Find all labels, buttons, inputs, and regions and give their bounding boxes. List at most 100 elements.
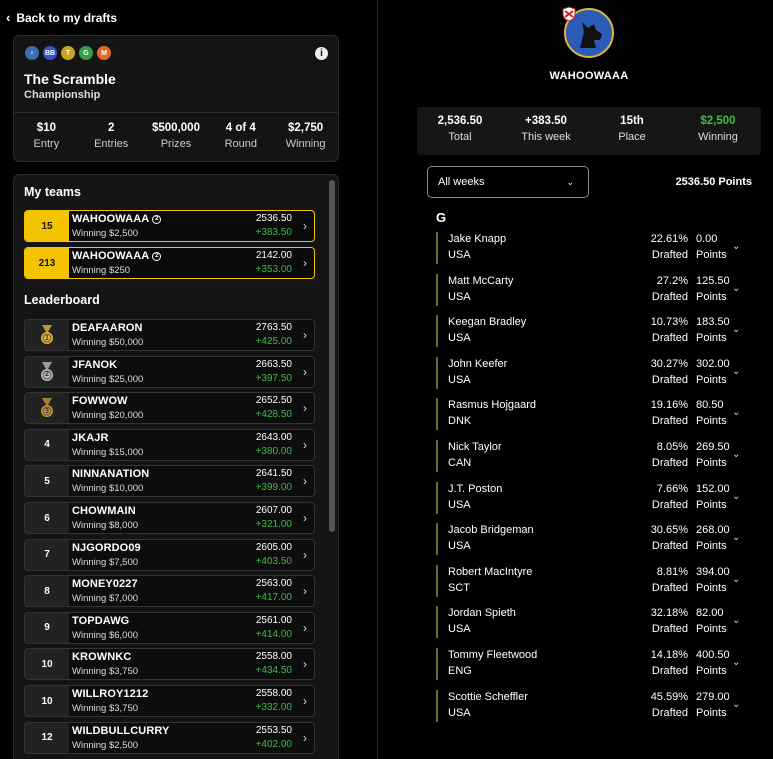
contest-stat: $10 Entry [14,122,79,150]
chevron-down-icon[interactable]: ⌄ [732,532,740,543]
drafted-label: Drafted [651,290,688,303]
chevron-down-icon[interactable]: ⌄ [732,699,740,710]
leaderboard-row[interactable]: 7 NJGORDO09 Winning $7,500 2605.00 +403.50 › [24,538,315,571]
entry-total: 2763.50 [255,322,292,333]
leaderboard-row[interactable]: 6 CHOWMAIN Winning $8,000 2607.00 +321.00 › [24,502,315,534]
points-label: Points [696,540,727,553]
leaderboard-row[interactable]: 10 KROWNKC Winning $3,750 2558.00 +434.50 › [24,648,315,681]
row-points: 2652.50 +428.50 [256,393,296,423]
contest-card: ♀ BB T G M i The Scramble Championship $10 En… [13,35,339,162]
row-info: TOPDAWG Winning $6,000 [69,613,256,643]
player-row[interactable]: Jacob Bridgeman USA 30.65% Drafted 268.00 Poi… [436,523,746,556]
my-team-row[interactable]: 15 WAHOOWAAA 2 Winning $2,500 2536.50 +383.50… [24,210,315,242]
entry-winning: Winning $3,750 [72,703,139,714]
entry-total: 2558.00 [255,688,292,699]
player-row[interactable]: Jordan Spieth USA 32.18% Drafted 82.00 Points… [436,606,746,639]
entry-name: KROWNKC [72,651,132,664]
chevron-down-icon[interactable]: ⌄ [732,283,740,294]
leaderboard-row[interactable]: 4 JKAJR Winning $15,000 2643.00 +380.00 › [24,428,315,461]
teams-list[interactable]: My teams 15 WAHOOWAAA 2 Winning $2,500 2536.… [13,174,339,759]
back-label: Back to my drafts [16,10,118,25]
entry-name: JKAJR [72,431,109,444]
leaderboard-row[interactable]: 9 TOPDAWG Winning $6,000 2561.00 +414.00 › [24,611,315,644]
row-name: FOWWOW [72,395,256,407]
chevron-down-icon[interactable]: ⌄ [732,491,740,502]
player-country: USA [448,498,471,511]
player-row[interactable]: Keegan Bradley USA 10.73% Drafted 183.50 Poin… [436,315,746,348]
player-points: 394.00 [696,565,730,578]
entry-name: NJGORDO09 [72,541,141,554]
leaderboard-row[interactable]: 8 MONEY0227 Winning $7,000 2563.00 +417.00 › [24,575,315,608]
rank-number: 3 [45,407,49,415]
chevron-down-icon[interactable]: ⌄ [732,366,740,377]
row-name: WAHOOWAAA 2 [72,213,256,225]
player-row[interactable]: Rasmus Hojgaard DNK 19.16% Drafted 80.50 Poin… [436,398,746,431]
leaderboard-row[interactable]: 3 FOWWOW Winning $20,000 2652.50 +428.50 › [24,392,315,425]
chevron-right-icon: › [303,401,307,416]
drafted-label: Drafted [651,332,688,345]
player-row[interactable]: Matt McCarty USA 27.2% Drafted 125.50 Points ⌄ [436,273,746,306]
player-row[interactable]: Robert MacIntyre SCT 8.81% Drafted 394.00 Poi… [436,564,746,597]
my-team-row[interactable]: 213 WAHOOWAAA 2 Winning $250 2142.00 +353.00 › [24,247,315,279]
row-points: 2605.00 +403.50 [256,540,296,570]
stat-label: Winning [285,138,326,150]
rank-number: 5 [44,475,50,487]
leaderboard-row[interactable]: 5 NINNANATION Winning $10,000 2641.50 +399.0… [24,465,315,498]
rank-cell: 6 [25,503,69,533]
team-stat-label: Total [448,131,472,143]
player-country: USA [448,332,471,345]
left-panel: ‹ Back to my drafts ♀ BB T G M i The Scrambl… [0,0,378,759]
player-country: USA [448,706,471,719]
row-info: JKAJR Winning $15,000 [69,430,256,460]
team-stat-value: 15th [620,115,644,127]
chevron-down-icon[interactable]: ⌄ [732,657,740,668]
player-row[interactable]: Tommy Fleetwood ENG 14.18% Drafted 400.50 Poi… [436,648,746,680]
player-points: 80.50 [696,399,724,412]
points-label: Points [696,373,727,386]
points-label: Points [696,665,727,677]
chevron-down-icon[interactable]: ⌄ [732,449,740,460]
entry-gain: +428.50 [255,409,292,421]
stat-value: 4 of 4 [225,122,256,134]
g-badge: G [79,46,93,60]
entry-gain: +434.50 [255,665,292,677]
rank-cell: 2 [25,356,69,387]
player-points: 82.00 [696,607,724,620]
player-row[interactable]: J.T. Poston USA 7.66% Drafted 152.00 Points ⌄ [436,481,746,514]
shield-icon [562,7,576,21]
row-info: CHOWMAIN Winning $8,000 [69,503,256,533]
player-name: Keegan Bradley [448,316,527,329]
leaderboard-row[interactable]: 10 WILLROY1212 Winning $3,750 2558.00 +332.0… [24,685,315,717]
chevron-down-icon[interactable]: ⌄ [732,574,740,585]
scrollbar[interactable] [329,180,335,532]
stat-label: Prizes [160,138,192,150]
team-stat: 15th Place [589,107,675,155]
player-row[interactable]: Scottie Scheffler USA 45.59% Drafted 279.00 P… [436,689,746,722]
week-select[interactable]: All weeks ⌄ [427,166,589,198]
entry-gain: +403.50 [255,555,292,567]
chevron-down-icon[interactable]: ⌄ [732,324,740,335]
player-row[interactable]: John Keefer USA 30.27% Drafted 302.00 Points ⌄ [436,356,746,389]
leaderboard-row[interactable]: 1 DEAFAARON Winning $50,000 2763.50 +425.00 › [24,319,315,351]
entry-name: DEAFAARON [72,322,143,334]
player-row[interactable]: Jake Knapp USA 22.61% Drafted 0.00 Points ⌄ [436,232,746,264]
rank-number: 6 [44,512,50,524]
rank-cell: 5 [25,466,69,497]
team-stat-value: 2,536.50 [437,115,483,127]
row-name: JKAJR [72,432,256,444]
chevron-down-icon[interactable]: ⌄ [732,615,740,626]
back-to-drafts-link[interactable]: ‹ Back to my drafts [6,10,117,25]
entry-name: CHOWMAIN [72,505,136,517]
player-drafted-pct: 30.65% [650,524,688,537]
entry-winning: Winning $7,500 [72,556,139,568]
leaderboard-row[interactable]: 12 WILDBULLCURRY Winning $2,500 2553.50 +402… [24,721,315,754]
rank-number: 2 [45,371,49,379]
row-points: 2536.50 +383.50 [256,211,296,241]
player-country: SCT [448,581,470,594]
chevron-down-icon[interactable]: ⌄ [732,241,740,252]
info-icon[interactable]: i [315,47,328,60]
chevron-down-icon[interactable]: ⌄ [732,407,740,418]
leaderboard-row[interactable]: 2 JFANOK Winning $25,000 2663.50 +397.50 › [24,355,315,388]
player-row[interactable]: Nick Taylor CAN 8.05% Drafted 269.50 Points ⌄ [436,440,746,472]
chevron-right-icon: › [303,511,307,525]
